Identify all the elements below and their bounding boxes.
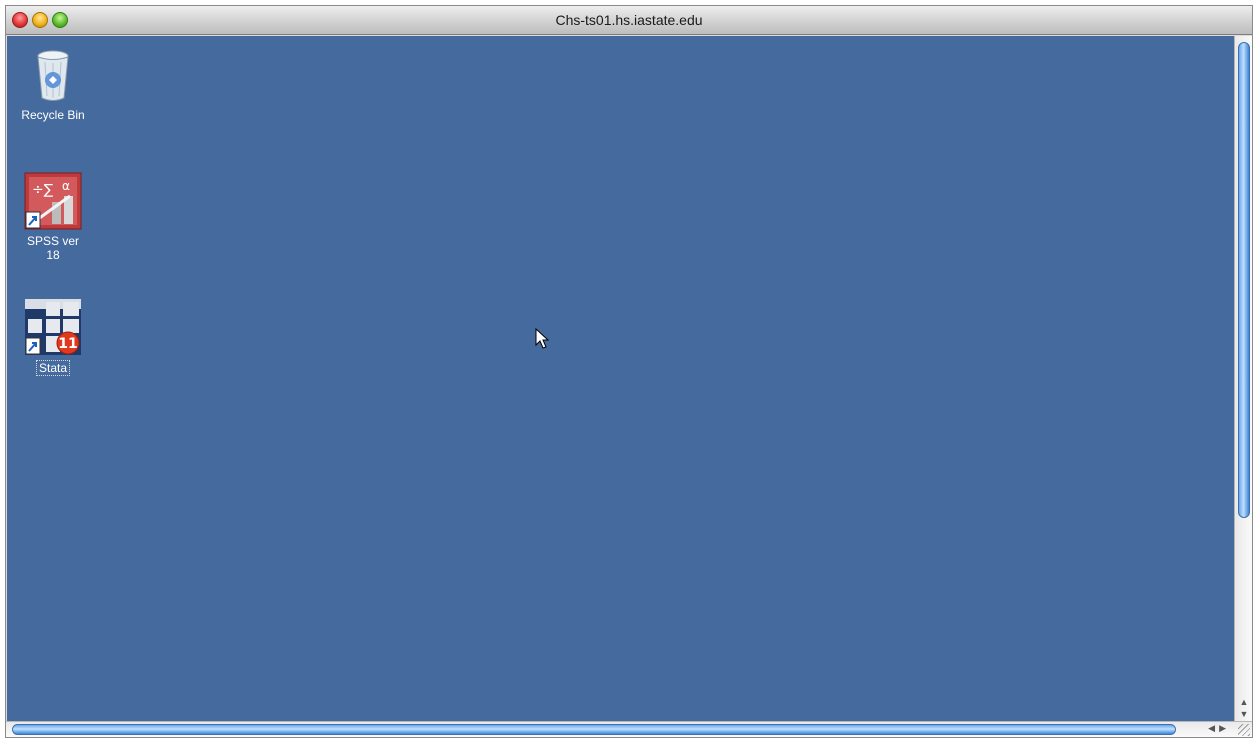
remote-desktop-window: Chs-ts01.hs.iastate.edu Recycle Bin ÷∑ α… <box>5 5 1253 738</box>
desktop-icon-recycle-bin[interactable]: Recycle Bin <box>17 46 89 124</box>
svg-text:÷∑: ÷∑ <box>32 182 54 198</box>
recycle-bin-icon <box>24 46 82 104</box>
spss-icon: ÷∑ α <box>24 172 82 230</box>
stata-icon: 11 <box>24 298 82 356</box>
vertical-scrollbar[interactable]: ▲ ▼ <box>1234 36 1252 724</box>
mouse-pointer-icon <box>535 328 549 349</box>
desktop-icon-stata[interactable]: 11 Stata <box>17 298 89 377</box>
vertical-scroll-thumb[interactable] <box>1238 42 1250 518</box>
resize-grip-icon[interactable] <box>1238 724 1250 736</box>
horizontal-scroll-arrows[interactable]: ◀▶ <box>1208 723 1230 734</box>
desktop-icon-spss[interactable]: ÷∑ α SPSS ver 18 <box>17 172 89 264</box>
desktop-icon-label: Recycle Bin <box>21 108 85 122</box>
horizontal-scrollbar[interactable]: ◀▶ <box>6 721 1252 737</box>
stata-version-badge: 11 <box>58 336 77 352</box>
window-title: Chs-ts01.hs.iastate.edu <box>555 12 703 28</box>
desktop-icon-label: Stata <box>35 360 71 376</box>
vertical-scroll-arrows[interactable]: ▲ ▼ <box>1235 696 1252 724</box>
desktop-area[interactable]: Recycle Bin ÷∑ α SPSS ver 18 11 Stata <box>7 36 1235 722</box>
desktop-icon-label: SPSS ver 18 <box>26 234 80 262</box>
svg-text:α: α <box>62 179 70 193</box>
horizontal-scroll-thumb[interactable] <box>12 724 1176 735</box>
title-bar[interactable]: Chs-ts01.hs.iastate.edu <box>6 6 1252 35</box>
